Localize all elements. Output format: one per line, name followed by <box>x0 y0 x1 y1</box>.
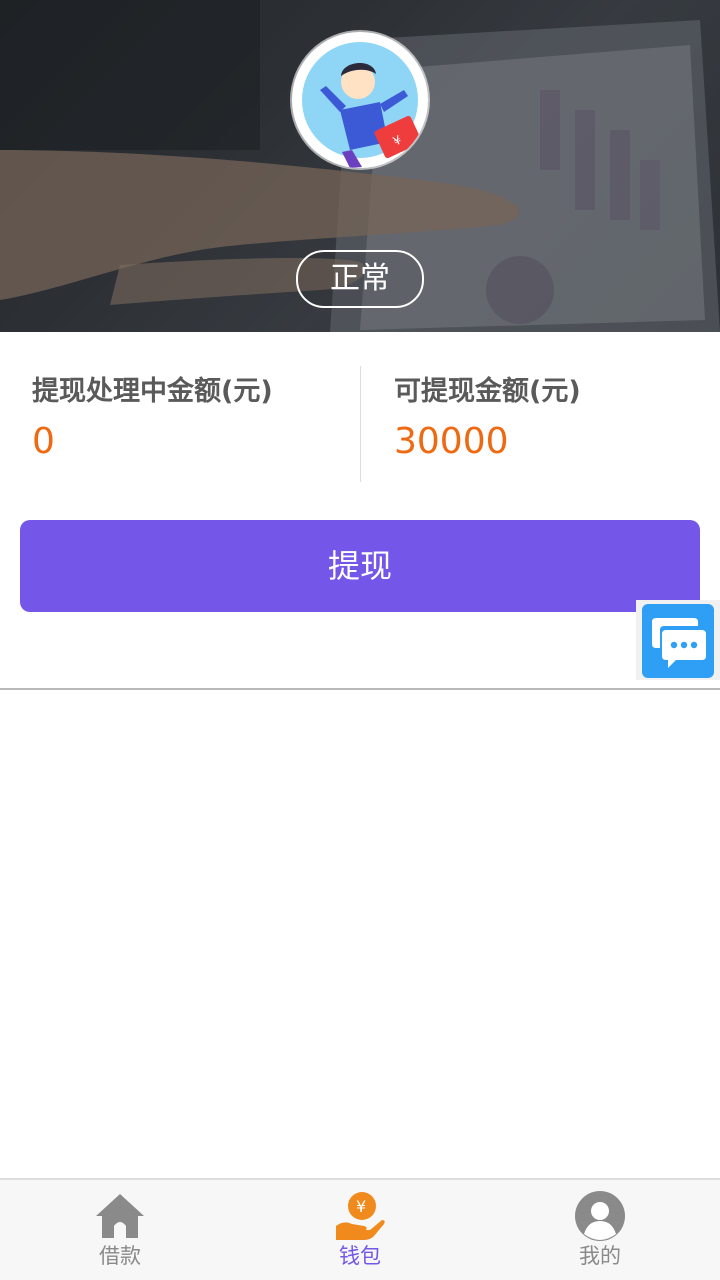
amount-divider <box>360 366 361 482</box>
tab-mine[interactable]: 我的 <box>480 1180 720 1280</box>
available-amount-value: 30000 <box>394 421 509 462</box>
user-avatar[interactable]: ¥ <box>292 32 428 168</box>
processing-amount-label: 提现处理中金额(元) <box>32 376 273 407</box>
processing-amount-value: 0 <box>32 421 55 462</box>
header-banner: ¥ 正常 <box>0 0 720 332</box>
wallet-yen-icon: ¥ <box>336 1192 385 1240</box>
tab-mine-label: 我的 <box>579 1244 621 1268</box>
tab-wallet-label: 钱包 <box>339 1244 381 1268</box>
tab-loan[interactable]: 借款 <box>0 1180 240 1280</box>
chat-button[interactable] <box>636 600 720 680</box>
home-icon <box>96 1194 144 1238</box>
section-divider <box>0 688 720 690</box>
account-status-badge: 正常 <box>296 250 424 308</box>
available-amount-block: 可提现金额(元) 30000 <box>394 372 581 470</box>
processing-amount-block: 提现处理中金额(元) 0 <box>32 372 273 470</box>
avatar-illustration-icon: ¥ <box>302 42 422 168</box>
user-icon <box>575 1191 625 1241</box>
withdraw-button[interactable]: 提现 <box>20 520 700 612</box>
svg-text:¥: ¥ <box>356 1197 366 1216</box>
available-amount-label: 可提现金额(元) <box>394 376 581 407</box>
chat-bubble-icon <box>642 604 714 678</box>
tab-loan-label: 借款 <box>99 1244 141 1268</box>
tab-wallet[interactable]: ¥ 钱包 <box>240 1180 480 1280</box>
amount-summary: 提现处理中金额(元) 0 可提现金额(元) 30000 <box>0 332 720 502</box>
wallet-page: ¥ 正常 提现处理中金额(元) 0 可提现金额(元) 30000 提现 借款 ¥… <box>0 0 720 1280</box>
bottom-tab-bar: 借款 ¥ 钱包 我的 <box>0 1178 720 1280</box>
